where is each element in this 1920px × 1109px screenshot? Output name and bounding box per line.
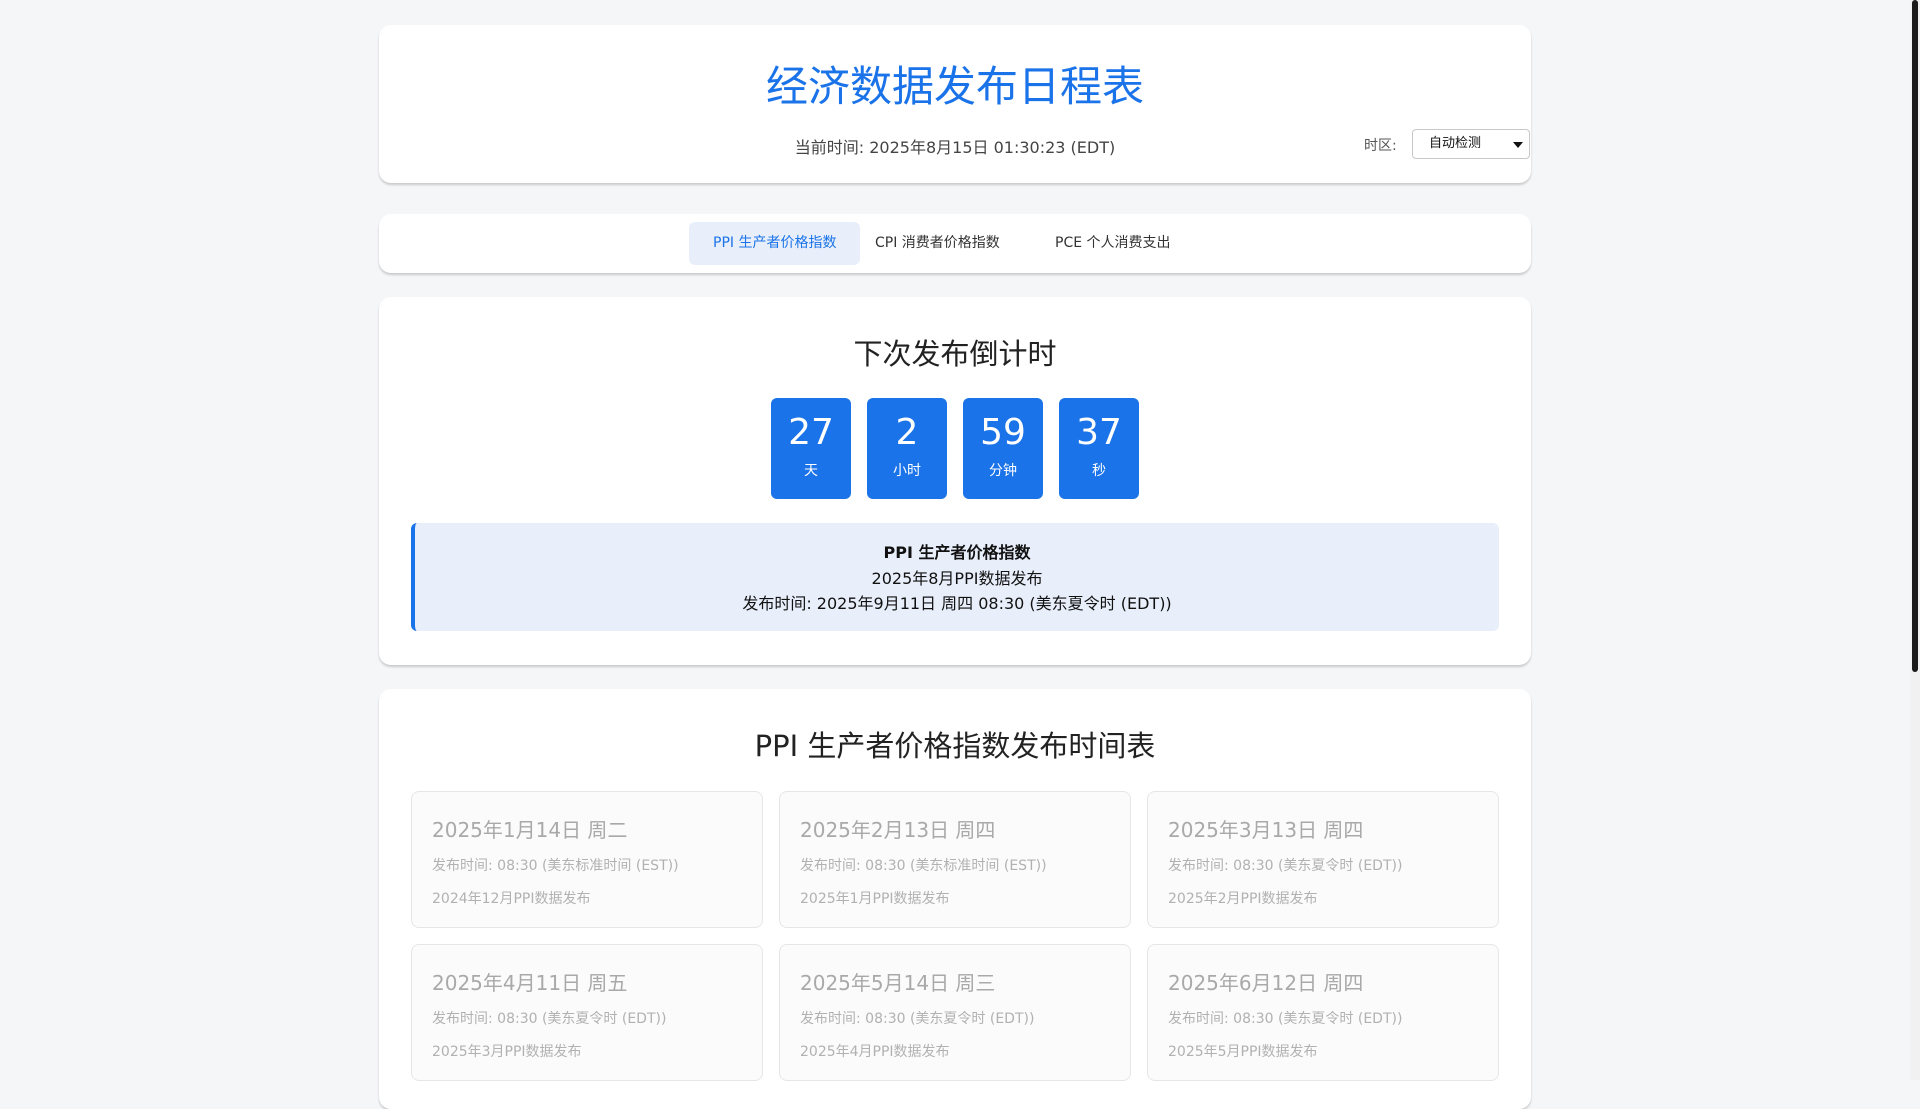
countdown-title: 下次发布倒计时 <box>853 337 1057 371</box>
schedule-item-date: 2025年2月13日 周四 <box>800 818 996 842</box>
schedule-item-time: 发布时间: 08:30 (美东夏令时 (EDT)) <box>1168 858 1403 874</box>
countdown-days: 27 天 <box>771 398 851 499</box>
schedule-item-time: 发布时间: 08:30 (美东标准时间 (EST)) <box>432 858 679 874</box>
countdown-card: 下次发布倒计时 27 天 2 小时 59 分钟 37 秒 PPI 生产者价格指数… <box>379 297 1531 665</box>
next-release-name: PPI 生产者价格指数 <box>883 543 1031 562</box>
countdown-minutes: 59 分钟 <box>963 398 1043 499</box>
schedule-item-date: 2025年4月11日 周五 <box>432 971 628 995</box>
schedule-card: PPI 生产者价格指数发布时间表 2025年1月14日 周二 发布时间: 08:… <box>379 689 1531 1109</box>
current-time: 当前时间: 2025年8月15日 01:30:23 (EDT) <box>794 138 1116 157</box>
countdown-hours-unit: 小时 <box>893 463 921 479</box>
timezone-select-value: 自动检测 <box>1429 136 1482 151</box>
scrollbar-thumb[interactable] <box>1912 0 1918 672</box>
schedule-item-desc: 2025年4月PPI数据发布 <box>800 1044 950 1060</box>
page-scrollbar[interactable] <box>1910 0 1920 1080</box>
tab-pce[interactable]: PCE 个人消费支出 <box>1031 222 1195 265</box>
page-title: 经济数据发布日程表 <box>765 62 1144 111</box>
schedule-title: PPI 生产者价格指数发布时间表 <box>754 729 1156 763</box>
schedule-item-time: 发布时间: 08:30 (美东夏令时 (EDT)) <box>1168 1011 1403 1027</box>
next-release-desc: 2025年8月PPI数据发布 <box>871 569 1043 588</box>
schedule-item-date: 2025年5月14日 周三 <box>800 971 996 995</box>
schedule-item-desc: 2025年3月PPI数据发布 <box>432 1044 582 1060</box>
countdown-seconds: 37 秒 <box>1059 398 1139 499</box>
schedule-item-time: 发布时间: 08:30 (美东标准时间 (EST)) <box>800 858 1047 874</box>
schedule-item: 2025年2月13日 周四 发布时间: 08:30 (美东标准时间 (EST))… <box>779 791 1131 928</box>
tabs-card: PPI 生产者价格指数 CPI 消费者价格指数 PCE 个人消费支出 <box>379 214 1531 273</box>
schedule-item-date: 2025年1月14日 周二 <box>432 818 628 842</box>
countdown-hours: 2 小时 <box>867 398 947 499</box>
schedule-item-desc: 2025年5月PPI数据发布 <box>1168 1044 1318 1060</box>
countdown-hours-value: 2 <box>895 412 919 453</box>
page-container: 经济数据发布日程表 当前时间: 2025年8月15日 01:30:23 (EDT… <box>379 25 1531 1109</box>
countdown-minutes-unit: 分钟 <box>989 463 1017 479</box>
tab-ppi[interactable]: PPI 生产者价格指数 <box>689 222 861 265</box>
schedule-item: 2025年5月14日 周三 发布时间: 08:30 (美东夏令时 (EDT)) … <box>779 944 1131 1081</box>
schedule-item-date: 2025年3月13日 周四 <box>1168 818 1364 842</box>
timezone-select[interactable]: 自动检测 <box>1412 129 1530 159</box>
schedule-item: 2025年4月11日 周五 发布时间: 08:30 (美东夏令时 (EDT)) … <box>411 944 763 1081</box>
schedule-item: 2025年3月13日 周四 发布时间: 08:30 (美东夏令时 (EDT)) … <box>1147 791 1499 928</box>
tab-cpi[interactable]: CPI 消费者价格指数 <box>851 222 1024 265</box>
schedule-item-time: 发布时间: 08:30 (美东夏令时 (EDT)) <box>432 1011 667 1027</box>
schedule-item-desc: 2024年12月PPI数据发布 <box>432 891 591 907</box>
next-release-info: PPI 生产者价格指数 2025年8月PPI数据发布 发布时间: 2025年9月… <box>411 523 1499 631</box>
schedule-item-date: 2025年6月12日 周四 <box>1168 971 1364 995</box>
schedule-item-desc: 2025年2月PPI数据发布 <box>1168 891 1318 907</box>
countdown-days-value: 27 <box>788 412 834 453</box>
countdown-days-unit: 天 <box>804 463 818 479</box>
timezone-label: 时区: <box>1364 138 1397 154</box>
countdown-seconds-value: 37 <box>1076 412 1122 453</box>
schedule-item: 2025年6月12日 周四 发布时间: 08:30 (美东夏令时 (EDT)) … <box>1147 944 1499 1081</box>
countdown-minutes-value: 59 <box>980 412 1026 453</box>
header-card: 经济数据发布日程表 当前时间: 2025年8月15日 01:30:23 (EDT… <box>379 25 1531 183</box>
next-release-time: 发布时间: 2025年9月11日 周四 08:30 (美东夏令时 (EDT)) <box>742 594 1172 613</box>
countdown-seconds-unit: 秒 <box>1092 463 1106 479</box>
schedule-item: 2025年1月14日 周二 发布时间: 08:30 (美东标准时间 (EST))… <box>411 791 763 928</box>
schedule-item-desc: 2025年1月PPI数据发布 <box>800 891 950 907</box>
schedule-item-time: 发布时间: 08:30 (美东夏令时 (EDT)) <box>800 1011 1035 1027</box>
chevron-down-icon <box>1513 142 1523 148</box>
